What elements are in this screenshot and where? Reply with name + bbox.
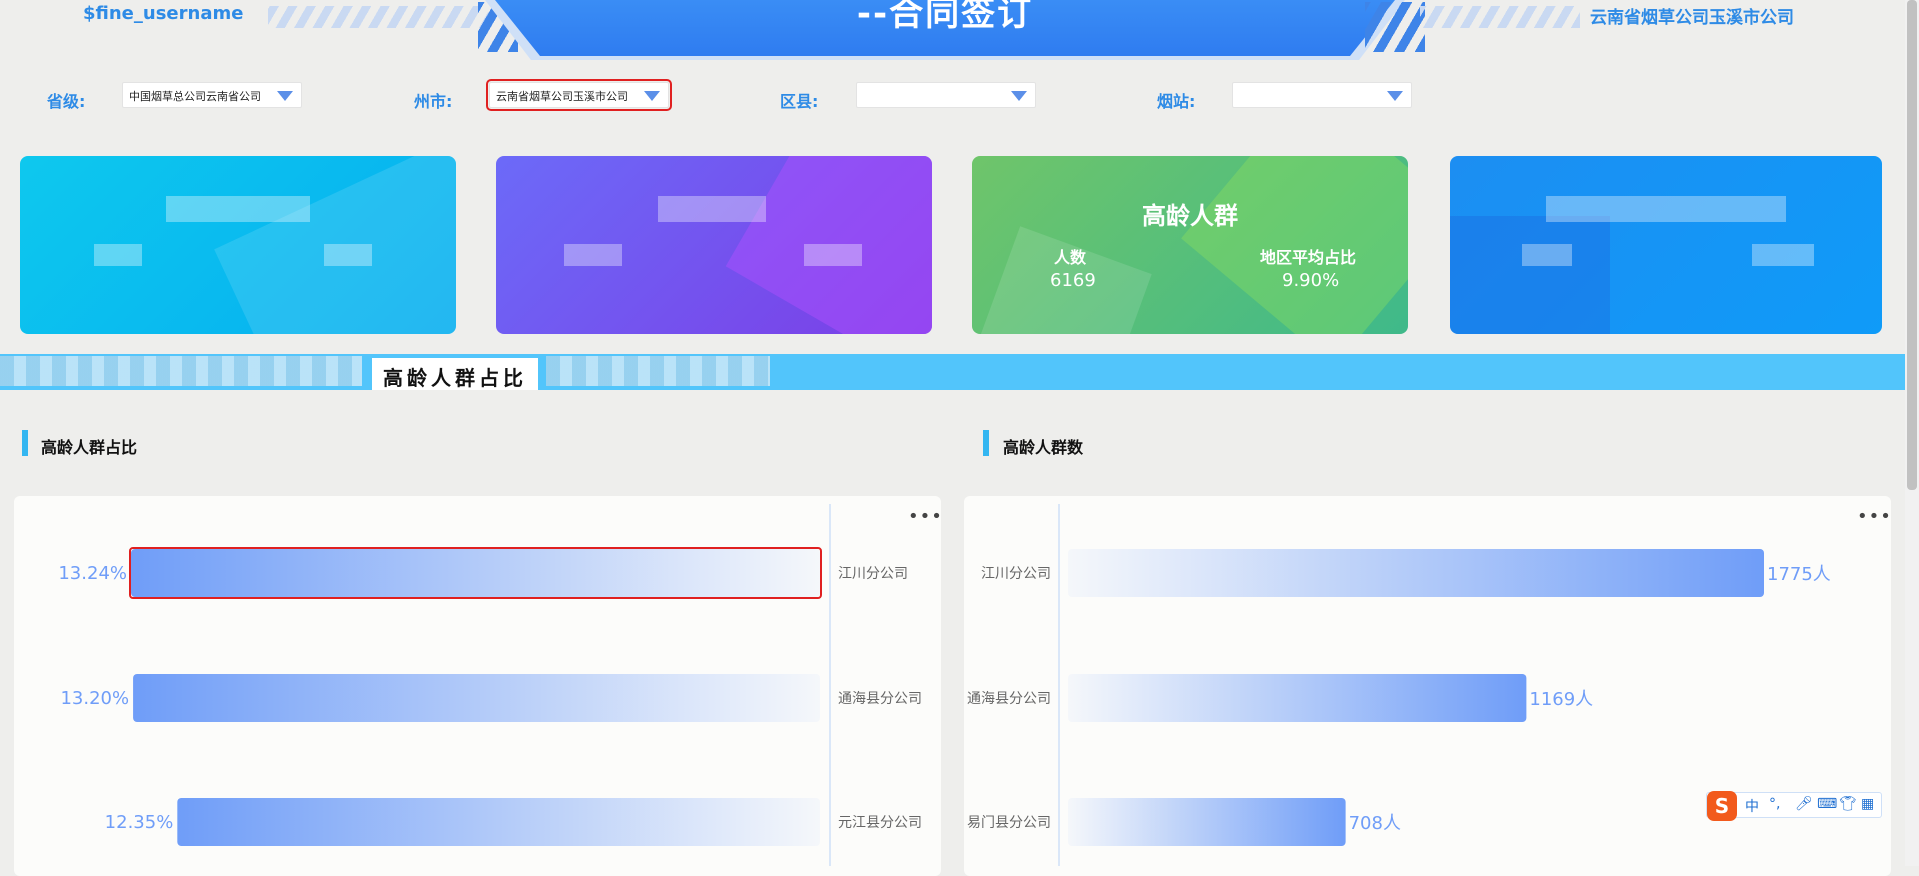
- chart-elderly-ratio: 13.24% 江川分公司 13.20% 通海县分公司 12.35% 元江县分公司: [58, 504, 922, 866]
- bar-value-label: 12.35%: [105, 812, 174, 833]
- bar-value-label: 1775人: [1767, 564, 1831, 585]
- bar[interactable]: [1068, 674, 1527, 722]
- skin-shirt-icon[interactable]: 👕︎: [1839, 796, 1857, 812]
- keyboard-icon[interactable]: ⌨: [1817, 796, 1837, 812]
- ime-punctuation[interactable]: °,: [1769, 796, 1780, 812]
- bar[interactable]: [133, 674, 821, 722]
- microphone-icon[interactable]: 🎤︎: [1795, 796, 1813, 812]
- bar[interactable]: [1068, 549, 1764, 597]
- bar-value-label: 13.20%: [60, 688, 129, 709]
- ime-mode[interactable]: 中: [1745, 796, 1759, 816]
- bar-value-label: 708人: [1349, 813, 1401, 834]
- category-label: 易门县分公司: [967, 815, 1051, 831]
- bar-value-label: 1169人: [1529, 689, 1593, 710]
- category-label: 元江县分公司: [838, 815, 922, 831]
- category-label: 江川分公司: [981, 566, 1051, 582]
- bar[interactable]: [1068, 798, 1346, 846]
- category-label: 通海县分公司: [838, 691, 922, 707]
- chart-elderly-count: 1775人 江川分公司 1169人 通海县分公司 708人 易门县分公司: [967, 504, 1831, 866]
- category-label: 江川分公司: [838, 566, 908, 582]
- grid-menu-icon[interactable]: ▦: [1861, 796, 1874, 812]
- bar[interactable]: [177, 798, 821, 846]
- sogou-logo-icon: S: [1707, 791, 1737, 821]
- bar-value-label: 13.24%: [58, 563, 127, 584]
- scrollbar-thumb[interactable]: [1907, 0, 1917, 490]
- charts-svg: 13.24% 江川分公司 13.20% 通海县分公司 12.35% 元江县分公司 1775…: [58, 504, 1831, 866]
- ime-toolbar[interactable]: S 中 °, 🎤︎ ⌨ 👕︎ ▦: [1706, 791, 1882, 821]
- category-label: 通海县分公司: [967, 691, 1051, 707]
- bar[interactable]: [131, 549, 820, 597]
